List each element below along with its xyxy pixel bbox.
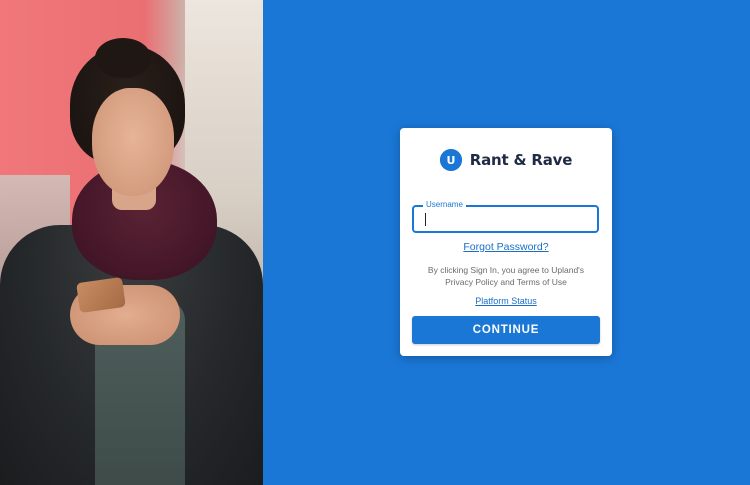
photo-hair-bun <box>95 38 151 78</box>
platform-status-link[interactable]: Platform Status <box>400 296 612 306</box>
login-page: U Rant & Rave Username Forgot Password? … <box>0 0 750 485</box>
photo-face <box>92 88 174 196</box>
username-input[interactable] <box>414 207 597 231</box>
photo-phone <box>76 276 126 314</box>
brand-name: Rant & Rave <box>469 151 573 169</box>
legal-text: By clicking Sign In, you agree to Upland… <box>427 265 585 287</box>
hero-photo <box>0 0 263 485</box>
brand-header: U Rant & Rave <box>400 148 612 172</box>
continue-button[interactable]: CONTINUE <box>412 316 600 344</box>
svg-text:U: U <box>446 154 455 167</box>
login-card: U Rant & Rave Username Forgot Password? … <box>400 128 612 356</box>
username-field[interactable]: Username <box>412 200 599 233</box>
text-cursor <box>425 213 426 226</box>
forgot-password-link[interactable]: Forgot Password? <box>400 241 612 253</box>
upland-u-logo-icon: U <box>439 149 462 171</box>
